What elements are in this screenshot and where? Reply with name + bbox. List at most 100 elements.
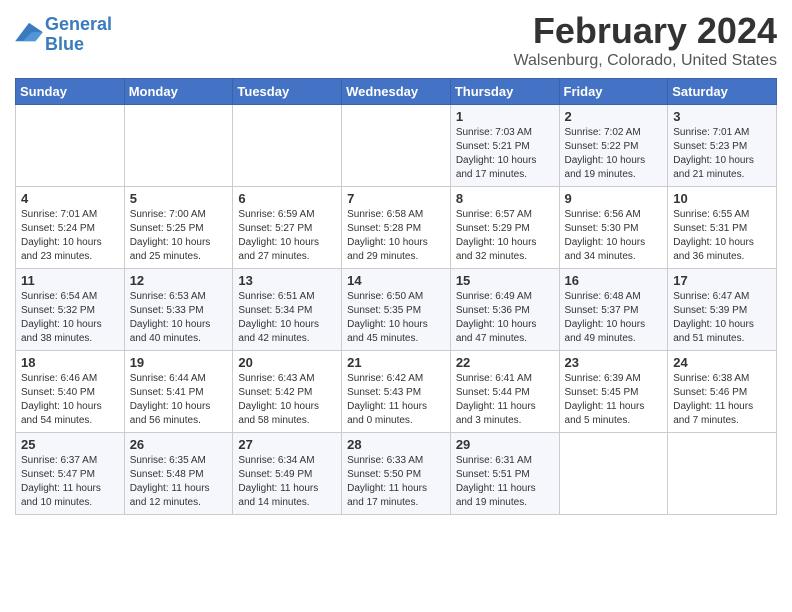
title-area: February 2024 Walsenburg, Colorado, Unit… [513,10,777,70]
day-info: Sunrise: 7:01 AM Sunset: 5:24 PM Dayligh… [21,208,119,264]
day-cell [342,105,451,187]
day-cell: 23 Sunrise: 6:39 AM Sunset: 5:45 PM Dayli… [559,351,668,433]
day-number: 10 [673,191,771,206]
day-number: 15 [456,273,554,288]
day-number: 27 [238,437,336,452]
header-cell-tuesday: Tuesday [233,79,342,105]
day-number: 4 [21,191,119,206]
day-info: Sunrise: 6:49 AM Sunset: 5:36 PM Dayligh… [456,290,554,346]
day-info: Sunrise: 7:01 AM Sunset: 5:23 PM Dayligh… [673,126,771,182]
day-cell: 4 Sunrise: 7:01 AM Sunset: 5:24 PM Daylig… [16,187,125,269]
day-cell [559,433,668,515]
day-cell: 24 Sunrise: 6:38 AM Sunset: 5:46 PM Dayli… [668,351,777,433]
day-cell: 20Sunrise: 6:43 AM Sunset: 5:42 PM Dayli… [233,351,342,433]
day-info: Sunrise: 6:54 AM Sunset: 5:32 PM Dayligh… [21,290,119,346]
day-info: Sunrise: 6:51 AM Sunset: 5:34 PM Dayligh… [238,290,336,346]
day-info: Sunrise: 6:56 AM Sunset: 5:30 PM Dayligh… [565,208,663,264]
day-number: 24 [673,355,771,370]
day-number: 9 [565,191,663,206]
day-number: 16 [565,273,663,288]
logo-icon [15,21,43,45]
day-number: 29 [456,437,554,452]
day-number: 23 [565,355,663,370]
day-info: Sunrise: 6:34 AM Sunset: 5:49 PM Dayligh… [238,454,336,510]
day-number: 12 [130,273,228,288]
day-cell: 27 Sunrise: 6:34 AM Sunset: 5:49 PM Dayli… [233,433,342,515]
day-info: Sunrise: 6:39 AM Sunset: 5:45 PM Dayligh… [565,372,663,428]
day-info: Sunrise: 6:58 AM Sunset: 5:28 PM Dayligh… [347,208,445,264]
day-number: 5 [130,191,228,206]
day-cell: 11 Sunrise: 6:54 AM Sunset: 5:32 PM Dayli… [16,269,125,351]
day-info: Sunrise: 6:35 AM Sunset: 5:48 PM Dayligh… [130,454,228,510]
day-number: 13 [238,273,336,288]
day-cell: 6 Sunrise: 6:59 AM Sunset: 5:27 PM Daylig… [233,187,342,269]
day-cell: 3Sunrise: 7:01 AM Sunset: 5:23 PM Daylig… [668,105,777,187]
day-cell: 28 Sunrise: 6:33 AM Sunset: 5:50 PM Dayli… [342,433,451,515]
day-info: Sunrise: 6:53 AM Sunset: 5:33 PM Dayligh… [130,290,228,346]
day-cell: 7 Sunrise: 6:58 AM Sunset: 5:28 PM Daylig… [342,187,451,269]
header-row: SundayMondayTuesdayWednesdayThursdayFrid… [16,79,777,105]
day-cell: 21Sunrise: 6:42 AM Sunset: 5:43 PM Dayli… [342,351,451,433]
day-cell: 25 Sunrise: 6:37 AM Sunset: 5:47 PM Dayli… [16,433,125,515]
week-row: 11 Sunrise: 6:54 AM Sunset: 5:32 PM Dayli… [16,269,777,351]
day-cell: 18Sunrise: 6:46 AM Sunset: 5:40 PM Dayli… [16,351,125,433]
day-number: 11 [21,273,119,288]
day-cell: 15 Sunrise: 6:49 AM Sunset: 5:36 PM Dayli… [450,269,559,351]
day-info: Sunrise: 6:59 AM Sunset: 5:27 PM Dayligh… [238,208,336,264]
week-row: 1Sunrise: 7:03 AM Sunset: 5:21 PM Daylig… [16,105,777,187]
day-cell [124,105,233,187]
calendar-title: February 2024 [513,10,777,52]
day-info: Sunrise: 6:48 AM Sunset: 5:37 PM Dayligh… [565,290,663,346]
day-info: Sunrise: 6:41 AM Sunset: 5:44 PM Dayligh… [456,372,554,428]
calendar-header: SundayMondayTuesdayWednesdayThursdayFrid… [16,79,777,105]
day-number: 6 [238,191,336,206]
day-number: 26 [130,437,228,452]
day-cell: 12 Sunrise: 6:53 AM Sunset: 5:33 PM Dayli… [124,269,233,351]
day-number: 25 [21,437,119,452]
logo-text: General Blue [45,15,112,55]
week-row: 18Sunrise: 6:46 AM Sunset: 5:40 PM Dayli… [16,351,777,433]
day-cell: 8 Sunrise: 6:57 AM Sunset: 5:29 PM Daylig… [450,187,559,269]
header-cell-monday: Monday [124,79,233,105]
day-info: Sunrise: 6:50 AM Sunset: 5:35 PM Dayligh… [347,290,445,346]
day-number: 7 [347,191,445,206]
day-info: Sunrise: 6:57 AM Sunset: 5:29 PM Dayligh… [456,208,554,264]
day-info: Sunrise: 6:38 AM Sunset: 5:46 PM Dayligh… [673,372,771,428]
day-info: Sunrise: 6:33 AM Sunset: 5:50 PM Dayligh… [347,454,445,510]
day-cell: 1Sunrise: 7:03 AM Sunset: 5:21 PM Daylig… [450,105,559,187]
day-number: 20 [238,355,336,370]
week-row: 25 Sunrise: 6:37 AM Sunset: 5:47 PM Dayli… [16,433,777,515]
day-cell: 19Sunrise: 6:44 AM Sunset: 5:41 PM Dayli… [124,351,233,433]
day-number: 2 [565,109,663,124]
day-cell: 10 Sunrise: 6:55 AM Sunset: 5:31 PM Dayli… [668,187,777,269]
day-number: 8 [456,191,554,206]
week-row: 4 Sunrise: 7:01 AM Sunset: 5:24 PM Daylig… [16,187,777,269]
day-cell: 22Sunrise: 6:41 AM Sunset: 5:44 PM Dayli… [450,351,559,433]
header-cell-thursday: Thursday [450,79,559,105]
day-cell: 13 Sunrise: 6:51 AM Sunset: 5:34 PM Dayli… [233,269,342,351]
day-cell: 14 Sunrise: 6:50 AM Sunset: 5:35 PM Dayli… [342,269,451,351]
day-cell: 9 Sunrise: 6:56 AM Sunset: 5:30 PM Daylig… [559,187,668,269]
day-cell: 26 Sunrise: 6:35 AM Sunset: 5:48 PM Dayli… [124,433,233,515]
day-info: Sunrise: 6:55 AM Sunset: 5:31 PM Dayligh… [673,208,771,264]
day-cell: 16 Sunrise: 6:48 AM Sunset: 5:37 PM Dayli… [559,269,668,351]
header-cell-friday: Friday [559,79,668,105]
logo-line2: Blue [45,34,84,54]
day-cell: 29Sunrise: 6:31 AM Sunset: 5:51 PM Dayli… [450,433,559,515]
day-number: 18 [21,355,119,370]
day-cell: 2 Sunrise: 7:02 AM Sunset: 5:22 PM Daylig… [559,105,668,187]
day-info: Sunrise: 6:44 AM Sunset: 5:41 PM Dayligh… [130,372,228,428]
day-info: Sunrise: 6:37 AM Sunset: 5:47 PM Dayligh… [21,454,119,510]
day-cell [233,105,342,187]
day-cell [668,433,777,515]
day-info: Sunrise: 7:02 AM Sunset: 5:22 PM Dayligh… [565,126,663,182]
logo-line1: General [45,14,112,34]
day-number: 14 [347,273,445,288]
day-info: Sunrise: 7:00 AM Sunset: 5:25 PM Dayligh… [130,208,228,264]
day-info: Sunrise: 6:47 AM Sunset: 5:39 PM Dayligh… [673,290,771,346]
calendar-subtitle: Walsenburg, Colorado, United States [513,52,777,70]
day-number: 28 [347,437,445,452]
header-cell-wednesday: Wednesday [342,79,451,105]
day-number: 1 [456,109,554,124]
header-cell-saturday: Saturday [668,79,777,105]
